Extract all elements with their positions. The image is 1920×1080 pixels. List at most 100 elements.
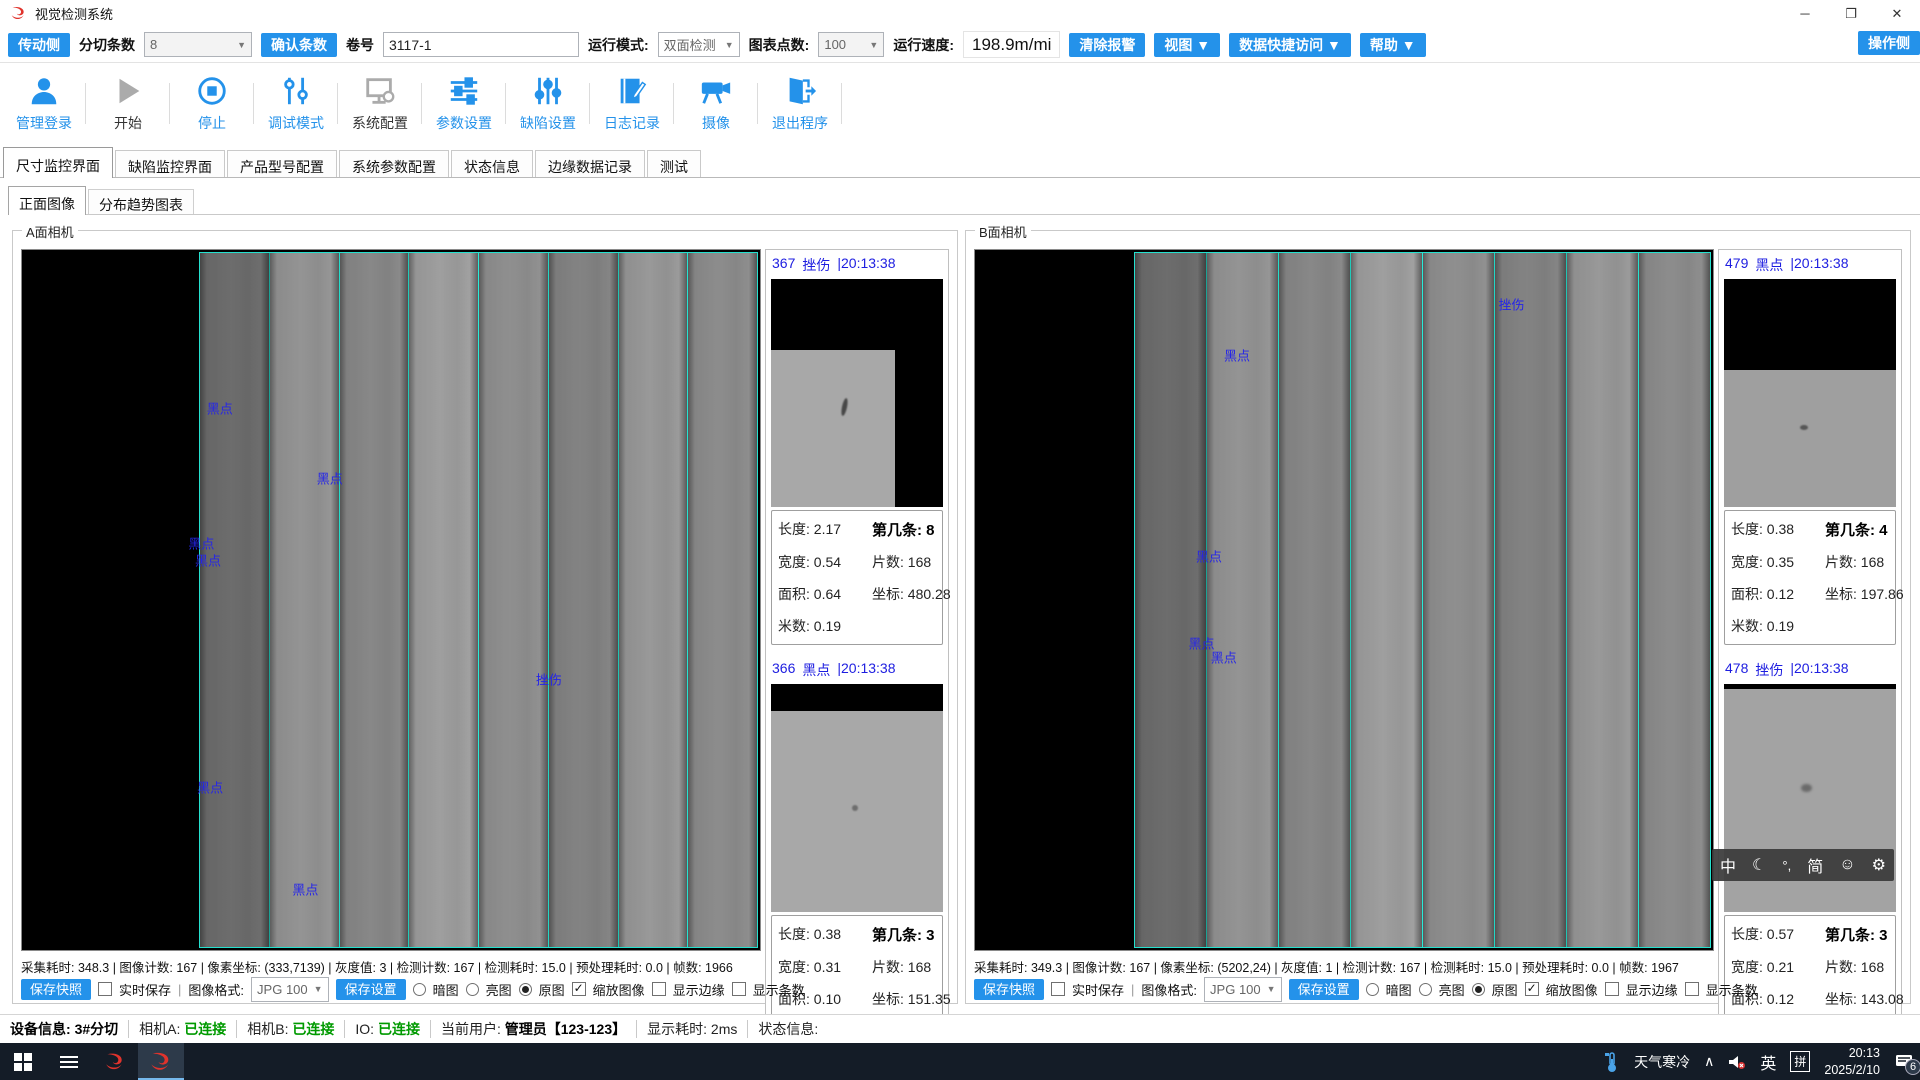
defect-marker: 黑点	[1196, 546, 1222, 565]
tab-edge-data-record[interactable]: 边缘数据记录	[535, 150, 645, 177]
ime-chinese-toggle[interactable]: 中	[1720, 853, 1736, 877]
confirm-count-button[interactable]: 确认条数	[261, 33, 337, 57]
maximize-button[interactable]: ❐	[1828, 0, 1874, 27]
dark-image-radio[interactable]	[413, 983, 426, 996]
slit-count-select[interactable]: 8 ▼	[144, 32, 252, 57]
save-snapshot-button[interactable]: 保存快照	[974, 979, 1044, 1000]
zoom-image-checkbox[interactable]	[572, 982, 586, 996]
roll-number-input[interactable]	[383, 32, 579, 57]
camera-a-image[interactable]: 黑点 黑点 黑点 黑点 挫伤 黑点 黑点	[21, 249, 761, 951]
ime-fullwidth-icon[interactable]: ☾	[1752, 855, 1766, 875]
pinned-app-button[interactable]	[92, 1043, 138, 1080]
title-bar: 视觉检测系统 ─ ❐ ✕	[0, 0, 1920, 27]
defect-marker: 黑点	[1224, 346, 1250, 365]
save-snapshot-button[interactable]: 保存快照	[21, 979, 91, 1000]
drive-side-button[interactable]: 传动侧	[8, 33, 70, 57]
defect-time: |20:13:38	[1790, 660, 1848, 680]
app-logo-icon	[104, 1051, 126, 1073]
camera-b-panel-title: B面相机	[975, 222, 1031, 241]
bright-image-radio[interactable]	[1419, 983, 1432, 996]
defect-type: 挫伤	[1755, 660, 1783, 680]
tab-status-info[interactable]: 状态信息	[451, 150, 533, 177]
defect-thumbnail[interactable]	[771, 279, 943, 507]
chart-points-select[interactable]: 100 ▼	[818, 32, 884, 57]
original-image-radio[interactable]	[519, 983, 532, 996]
image-format-select[interactable]: JPG 100 ▼	[251, 977, 329, 1002]
sliders-horizontal-icon	[447, 74, 481, 108]
defect-time: |20:13:38	[837, 255, 895, 275]
play-icon	[111, 74, 145, 108]
app-window: 视觉检测系统 ─ ❐ ✕ 传动侧 分切条数 8 ▼ 确认条数 卷号 运行模式: …	[0, 0, 1920, 1080]
parameter-settings-button[interactable]: 参数设置	[422, 67, 506, 140]
ime-indicator[interactable]: 拼	[1790, 1051, 1810, 1072]
start-button[interactable]: 开始	[86, 67, 170, 140]
bright-image-radio[interactable]	[466, 983, 479, 996]
operator-side-button[interactable]: 操作侧	[1858, 31, 1920, 55]
ime-settings-gear-icon[interactable]: ⚙	[1872, 855, 1886, 875]
ime-toolbar: 中 ☾ °, 简 ☺ ⚙	[1712, 849, 1894, 881]
tab-test[interactable]: 测试	[647, 150, 701, 177]
realtime-save-checkbox[interactable]	[98, 982, 112, 996]
ime-simplified-toggle[interactable]: 简	[1807, 853, 1823, 877]
zoom-image-checkbox[interactable]	[1525, 982, 1539, 996]
defect-thumbnail[interactable]	[771, 684, 943, 912]
start-button[interactable]	[0, 1043, 46, 1080]
tab-size-monitor[interactable]: 尺寸监控界面	[3, 147, 113, 178]
ime-emoji-icon[interactable]: ☺	[1839, 856, 1855, 874]
log-record-button[interactable]: 日志记录	[590, 67, 674, 140]
show-edge-checkbox[interactable]	[652, 982, 666, 996]
subtab-front-image[interactable]: 正面图像	[8, 186, 86, 215]
image-format-label: 图像格式:	[188, 980, 244, 999]
tab-product-model-config[interactable]: 产品型号配置	[227, 150, 337, 177]
defect-fields: 长度: 0.38 第几条: 4 宽度: 0.35 片数: 168 面积: 0.1…	[1724, 510, 1896, 645]
debug-mode-button[interactable]: 调试模式	[254, 67, 338, 140]
defect-marker: 黑点	[195, 551, 221, 570]
close-button[interactable]: ✕	[1874, 0, 1920, 27]
tray-expand-chevron[interactable]: ∧	[1704, 1053, 1714, 1070]
task-view-icon	[60, 1056, 78, 1068]
show-strips-checkbox[interactable]	[1685, 982, 1699, 996]
defect-type: 黑点	[802, 660, 830, 680]
volume-muted-icon[interactable]	[1728, 1054, 1746, 1070]
exit-program-button[interactable]: 退出程序	[758, 67, 842, 140]
defect-marker: 黑点	[207, 399, 233, 418]
defect-settings-button[interactable]: 缺陷设置	[506, 67, 590, 140]
stop-button[interactable]: 停止	[170, 67, 254, 140]
defect-thumbnail[interactable]	[1724, 279, 1896, 507]
capture-button[interactable]: 摄像	[674, 67, 758, 140]
camera-b-image[interactable]: 挫伤 黑点 黑点 黑点 黑点	[974, 249, 1714, 951]
defect-card[interactable]: 367 挫伤 |20:13:38 长度: 2.17 第几条: 8 宽度: 0.5…	[771, 252, 943, 645]
dark-image-radio[interactable]	[1366, 983, 1379, 996]
system-config-button[interactable]: 系统配置	[338, 67, 422, 140]
subtab-distribution-trend[interactable]: 分布趋势图表	[88, 189, 194, 214]
notification-center-button[interactable]: 6	[1894, 1053, 1914, 1071]
admin-login-button[interactable]: 管理登录	[2, 67, 86, 140]
data-quick-access-button[interactable]: 数据快捷访问 ▼	[1229, 33, 1351, 57]
defect-spot	[852, 805, 858, 811]
run-mode-label: 运行模式:	[588, 35, 649, 55]
run-speed-value: 198.9m/mi	[963, 31, 1060, 58]
tab-system-param-config[interactable]: 系统参数配置	[339, 150, 449, 177]
running-app-button[interactable]	[138, 1043, 184, 1080]
ime-punctuation-icon[interactable]: °,	[1782, 858, 1791, 873]
realtime-save-checkbox[interactable]	[1051, 982, 1065, 996]
image-format-select[interactable]: JPG 100 ▼	[1204, 977, 1282, 1002]
language-indicator[interactable]: 英	[1760, 1050, 1776, 1074]
task-view-button[interactable]	[46, 1043, 92, 1080]
show-edge-checkbox[interactable]	[1605, 982, 1619, 996]
defect-card-header: 478 挫伤 |20:13:38	[1724, 657, 1896, 684]
original-image-radio[interactable]	[1472, 983, 1485, 996]
help-menu-button[interactable]: 帮助 ▼	[1360, 33, 1426, 57]
save-settings-button[interactable]: 保存设置	[1289, 979, 1359, 1000]
view-menu-button[interactable]: 视图 ▼	[1154, 33, 1220, 57]
run-mode-select[interactable]: 双面检测 ▼	[658, 32, 740, 57]
clear-alarm-button[interactable]: 清除报警	[1069, 33, 1145, 57]
tab-defect-monitor[interactable]: 缺陷监控界面	[115, 150, 225, 177]
show-strips-checkbox[interactable]	[732, 982, 746, 996]
save-settings-button[interactable]: 保存设置	[336, 979, 406, 1000]
minimize-button[interactable]: ─	[1782, 0, 1828, 27]
taskbar-clock[interactable]: 20:13 2025/2/10	[1824, 1045, 1880, 1078]
defect-card[interactable]: 479 黑点 |20:13:38 长度: 0.38 第几条: 4 宽度: 0.3…	[1724, 252, 1896, 645]
weather-text[interactable]: 天气寒冷	[1634, 1052, 1690, 1072]
camera-a-conn-label: 相机A:	[139, 1019, 180, 1039]
